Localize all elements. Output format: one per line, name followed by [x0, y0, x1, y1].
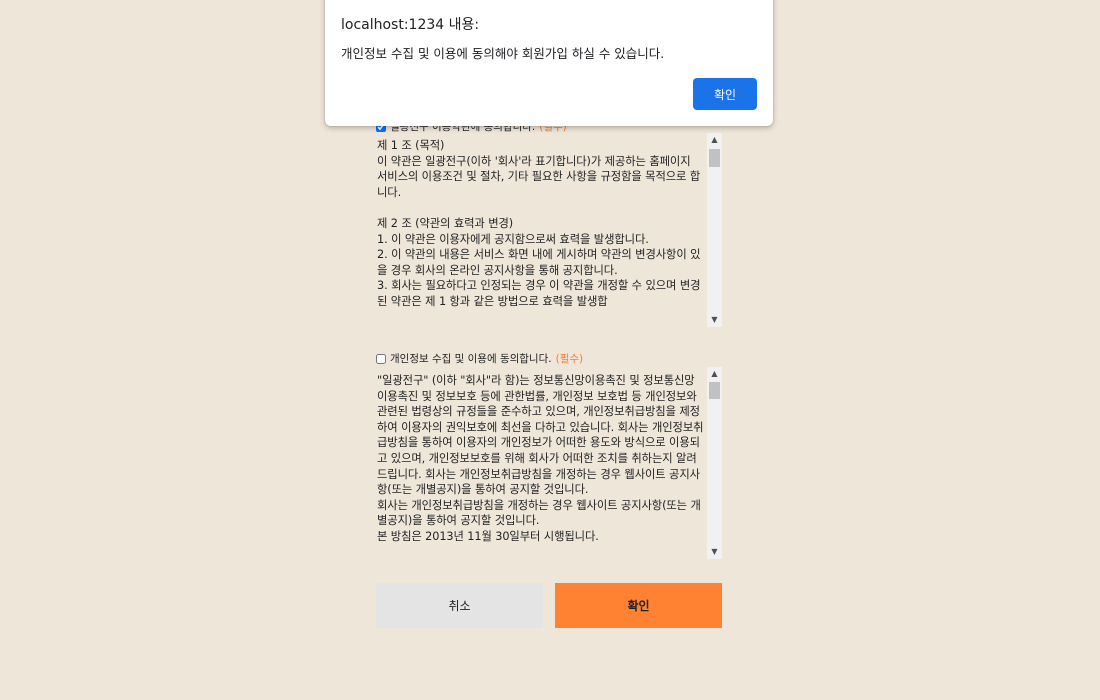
dialog-message: 개인정보 수집 및 이용에 동의해야 회원가입 하실 수 있습니다.: [341, 46, 665, 61]
privacy-checkbox[interactable]: [376, 353, 386, 364]
privacy-required-badge: (필수): [555, 353, 584, 365]
privacy-scrollbar[interactable]: ▲ ▼: [707, 367, 722, 559]
scroll-down-arrow-icon[interactable]: ▼: [707, 313, 722, 327]
privacy-textbox[interactable]: "일광전구" (이하 "회사"라 함)는 정보통신망이용촉진 및 정보통신망 이…: [376, 367, 722, 559]
privacy-consent-label: 개인정보 수집 및 이용에 동의합니다.: [390, 353, 552, 365]
terms-scrollbar[interactable]: ▲ ▼: [707, 133, 722, 327]
scroll-down-arrow-icon[interactable]: ▼: [707, 545, 722, 559]
privacy-consent-row: 개인정보 수집 및 이용에 동의합니다. (필수): [376, 351, 583, 366]
terms-text: 제 1 조 (목적) 이 약관은 일광전구(이하 '회사'라 표기합니다)가 제…: [377, 139, 701, 308]
dialog-ok-button[interactable]: 확인: [693, 78, 757, 110]
dialog-title: localhost:1234 내용:: [341, 17, 480, 33]
scroll-up-arrow-icon[interactable]: ▲: [707, 133, 722, 147]
cancel-button[interactable]: 취소: [376, 583, 543, 628]
privacy-scroll-thumb[interactable]: [709, 382, 720, 399]
terms-scroll-thumb[interactable]: [709, 149, 720, 167]
alert-dialog: localhost:1234 내용: 개인정보 수집 및 이용에 동의해야 회원…: [325, 0, 773, 126]
scroll-up-arrow-icon[interactable]: ▲: [707, 367, 722, 381]
privacy-text: "일광전구" (이하 "회사"라 함)는 정보통신망이용촉진 및 정보통신망 이…: [377, 374, 704, 543]
terms-textbox[interactable]: 제 1 조 (목적) 이 약관은 일광전구(이하 '회사'라 표기합니다)가 제…: [376, 133, 722, 327]
confirm-button[interactable]: 확인: [555, 583, 722, 628]
